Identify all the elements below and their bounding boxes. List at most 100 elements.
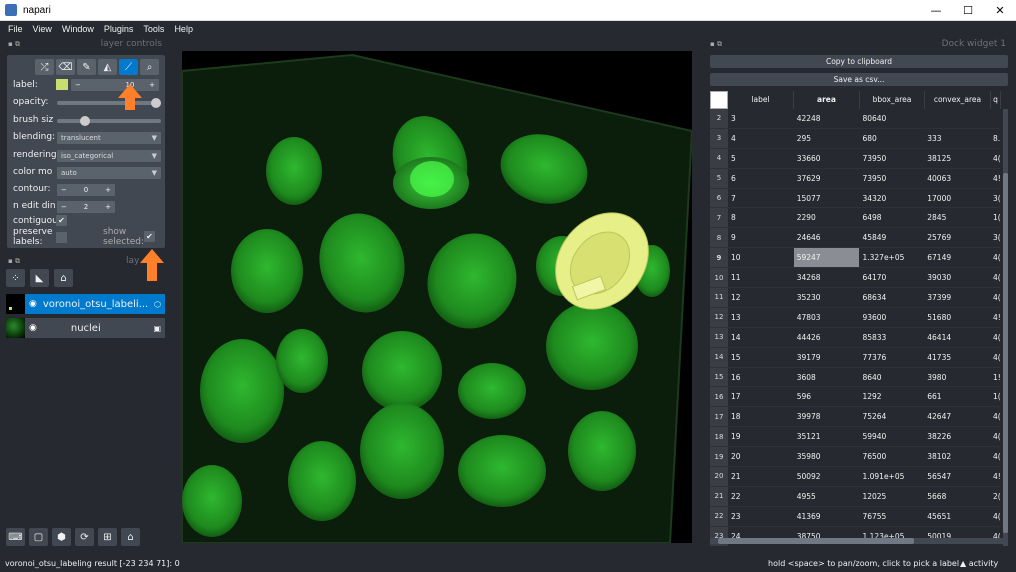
table-cell[interactable]: 76500 bbox=[859, 452, 924, 461]
table-row[interactable]: 11 12 35230 68634 37399 4( bbox=[710, 288, 1000, 308]
table-corner[interactable] bbox=[710, 91, 728, 109]
table-cell[interactable]: 76755 bbox=[859, 512, 924, 521]
contiguous-checkbox[interactable]: ✔ bbox=[56, 215, 67, 226]
label-color-swatch[interactable] bbox=[56, 79, 68, 90]
table-cell[interactable]: 4! bbox=[990, 313, 1000, 322]
table-cell[interactable]: 15 bbox=[728, 353, 794, 362]
column-label[interactable]: label bbox=[728, 91, 794, 109]
table-cell[interactable]: 21 bbox=[728, 472, 794, 481]
console-icon[interactable]: ⌨ bbox=[6, 528, 25, 546]
table-cell[interactable]: 4( bbox=[990, 512, 1000, 521]
visibility-eye-icon[interactable]: ◉ bbox=[29, 299, 37, 309]
table-cell[interactable]: 34320 bbox=[859, 194, 924, 203]
table-cell[interactable]: 45849 bbox=[859, 233, 924, 242]
table-cell[interactable]: 19 bbox=[728, 432, 794, 441]
vertical-scroll-thumb[interactable] bbox=[1003, 173, 1008, 533]
column-bbox-area[interactable]: bbox_area bbox=[860, 91, 925, 109]
table-row[interactable]: 13 14 44426 85833 46414 4( bbox=[710, 327, 1000, 348]
table-cell[interactable]: 25769 bbox=[924, 233, 990, 242]
table-cell[interactable]: 4( bbox=[990, 273, 1000, 282]
table-cell[interactable]: 20 bbox=[728, 452, 794, 461]
table-cell[interactable]: 4( bbox=[990, 353, 1000, 362]
table-row[interactable]: 15163608864039801! bbox=[710, 367, 1000, 388]
table-cell[interactable]: 3 bbox=[728, 114, 794, 123]
close-button[interactable]: ✕ bbox=[984, 0, 1016, 21]
table-cell[interactable]: 4( bbox=[990, 333, 1000, 342]
table-row[interactable]: 6 7 15077 34320 17000 3( bbox=[710, 188, 1000, 209]
table-cell[interactable]: 4( bbox=[990, 432, 1000, 441]
table-cell[interactable]: 3( bbox=[990, 233, 1000, 242]
table-cell[interactable]: 11 bbox=[728, 273, 794, 282]
table-row[interactable]: 9 10 59247 1.327e+05 67149 4( bbox=[710, 248, 1000, 269]
table-cell[interactable]: 34268 bbox=[794, 273, 860, 282]
table-cell[interactable]: 24646 bbox=[794, 233, 860, 242]
table-cell[interactable]: 80640 bbox=[859, 114, 924, 123]
table-cell[interactable]: 4! bbox=[990, 472, 1000, 481]
table-cell[interactable]: 680 bbox=[859, 134, 924, 143]
menu-tools[interactable]: Tools bbox=[138, 24, 169, 34]
new-labels-layer-icon[interactable]: ⌂ bbox=[54, 269, 73, 287]
table-row[interactable]: 21 22 4955 12025 5668 2( bbox=[710, 486, 1000, 507]
table-cell[interactable]: 3980 bbox=[924, 373, 990, 382]
table-cell[interactable]: 8. bbox=[990, 134, 1000, 143]
table-row[interactable]: 22 23 41369 76755 45651 4( bbox=[710, 506, 1000, 527]
table-cell[interactable]: 4( bbox=[990, 253, 1000, 262]
dock-pin-icon[interactable]: ▪ ⧉ bbox=[8, 40, 20, 49]
column-convex-area[interactable]: convex_area bbox=[925, 91, 991, 109]
table-cell[interactable]: 35121 bbox=[794, 432, 860, 441]
table-cell[interactable]: 59247 bbox=[793, 248, 860, 268]
table-row[interactable]: 563762973950400634! bbox=[710, 168, 1000, 189]
roll-icon[interactable]: ⟳ bbox=[75, 528, 94, 546]
table-cell[interactable]: 4( bbox=[990, 452, 1000, 461]
n-edit-decrement[interactable]: − bbox=[61, 203, 67, 211]
menu-view[interactable]: View bbox=[28, 24, 57, 34]
table-cell[interactable]: 56547 bbox=[924, 472, 990, 481]
preserve-labels-checkbox[interactable] bbox=[56, 232, 67, 243]
table-row[interactable]: 16 17 596 1292 661 1( bbox=[710, 387, 1000, 408]
table-cell[interactable]: 64170 bbox=[859, 273, 924, 282]
table-cell[interactable]: 2290 bbox=[794, 213, 860, 222]
copy-to-clipboard-button[interactable]: Copy to clipboard bbox=[710, 55, 1008, 68]
menu-window[interactable]: Window bbox=[57, 24, 99, 34]
table-cell[interactable]: 333 bbox=[924, 134, 990, 143]
table-cell[interactable]: 4( bbox=[990, 293, 1000, 302]
zoom-icon[interactable]: ⌕ bbox=[140, 59, 159, 75]
table-cell[interactable]: 13 bbox=[728, 313, 794, 322]
table-row[interactable]: 3 4 295 680 333 8. bbox=[710, 128, 1000, 149]
table-cell[interactable]: 73950 bbox=[859, 154, 924, 163]
regionprops-table[interactable]: label area bbox_area convex_area q 2 3 422… bbox=[710, 91, 1008, 546]
table-cell[interactable]: 7 bbox=[728, 194, 794, 203]
activity-button[interactable]: ▲ activity bbox=[960, 559, 998, 568]
dock-splitter[interactable] bbox=[700, 37, 704, 554]
table-cell[interactable]: 1.327e+05 bbox=[859, 253, 924, 262]
table-cell[interactable]: 12 bbox=[728, 293, 794, 302]
ndisplay-icon[interactable]: ▢ bbox=[29, 528, 48, 546]
save-as-csv-button[interactable]: Save as csv... bbox=[710, 73, 1008, 86]
table-cell[interactable]: 38102 bbox=[924, 452, 990, 461]
opacity-knob[interactable] bbox=[151, 98, 161, 108]
table-cell[interactable]: 661 bbox=[924, 392, 990, 401]
table-cell[interactable]: 8640 bbox=[859, 373, 924, 382]
table-cell[interactable]: 5 bbox=[728, 154, 794, 163]
column-q[interactable]: q bbox=[991, 91, 1001, 109]
grid-icon[interactable]: ⊞ bbox=[98, 528, 117, 546]
table-cell[interactable]: 18 bbox=[728, 412, 794, 421]
brush-size-slider[interactable] bbox=[57, 116, 161, 126]
new-shapes-layer-icon[interactable]: ◣ bbox=[30, 269, 49, 287]
table-row[interactable]: 8 9 24646 45849 25769 3( bbox=[710, 228, 1000, 249]
table-row[interactable]: 2 3 42248 80640 bbox=[710, 109, 1000, 129]
table-cell[interactable]: 68634 bbox=[859, 293, 924, 302]
table-cell[interactable]: 596 bbox=[794, 392, 860, 401]
table-cell[interactable]: 77376 bbox=[859, 353, 924, 362]
brush-size-knob[interactable] bbox=[80, 116, 90, 126]
table-cell[interactable]: 38226 bbox=[924, 432, 990, 441]
table-cell[interactable]: 39030 bbox=[924, 273, 990, 282]
table-cell[interactable]: 17000 bbox=[924, 194, 990, 203]
picker-icon[interactable]: ⟋ bbox=[119, 59, 138, 75]
table-cell[interactable]: 1292 bbox=[859, 392, 924, 401]
table-cell[interactable]: 5668 bbox=[924, 492, 990, 501]
table-cell[interactable]: 9 bbox=[728, 233, 794, 242]
opacity-slider[interactable] bbox=[57, 98, 161, 108]
table-cell[interactable]: 51680 bbox=[924, 313, 990, 322]
table-cell[interactable]: 10 bbox=[728, 253, 794, 262]
